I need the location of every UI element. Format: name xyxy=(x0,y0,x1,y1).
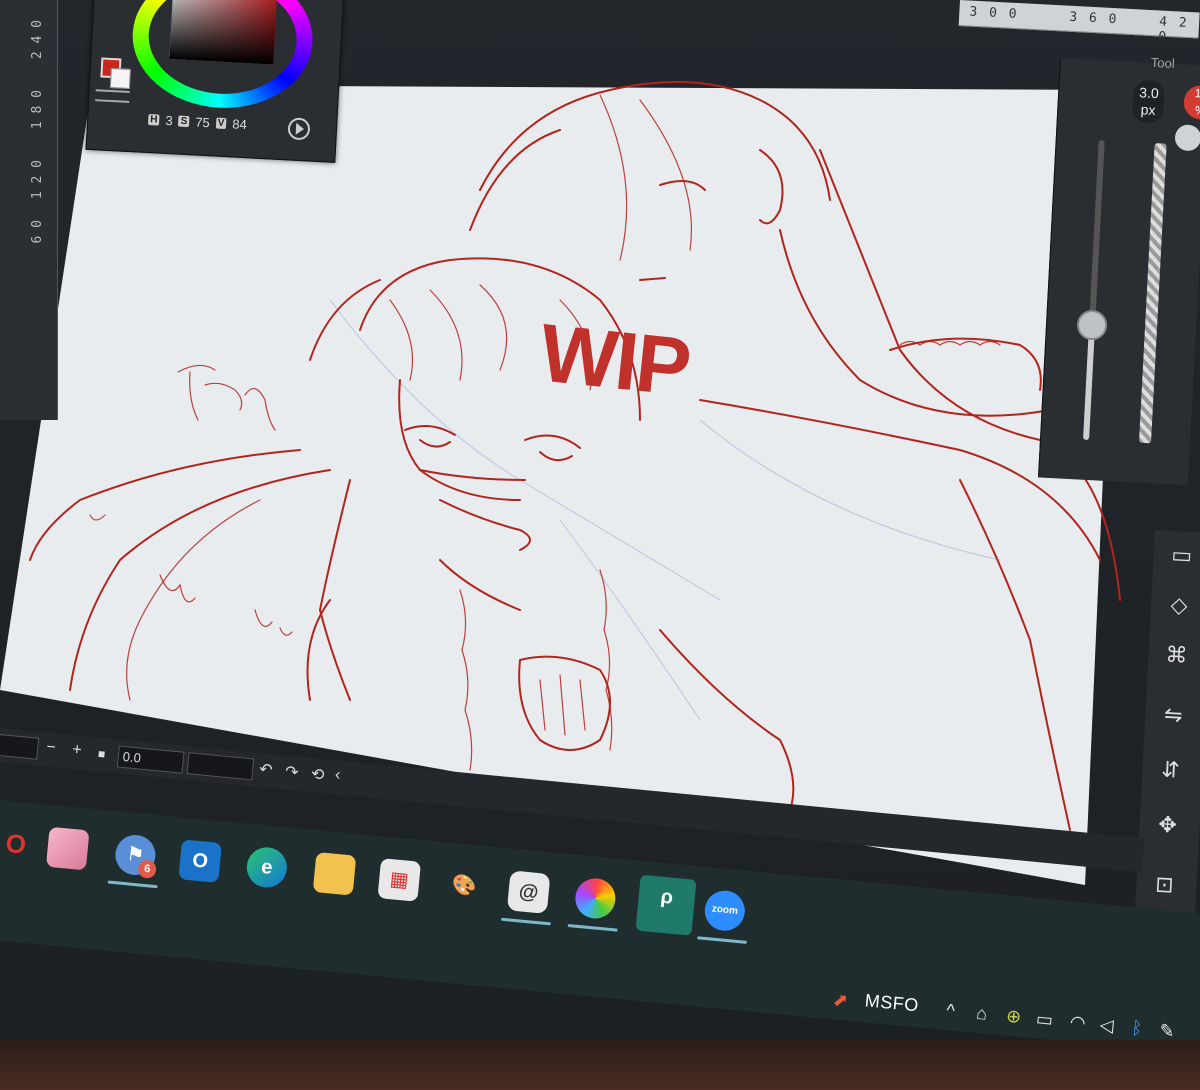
angle-field[interactable]: 0.0 xyxy=(116,745,185,774)
ruler-tick: 1 8 0 xyxy=(30,90,45,130)
addon-plus-icon[interactable]: ⊕ xyxy=(1005,1006,1022,1028)
v-value: 84 xyxy=(232,116,248,133)
select-rect-icon[interactable]: ▭ xyxy=(1167,541,1196,570)
flip-vertical-icon[interactable]: ⇵ xyxy=(1156,755,1185,784)
hsv-readout: H 3 S 75 V 84 xyxy=(147,112,248,133)
opera-icon[interactable]: O xyxy=(0,822,38,866)
zoom-in-button[interactable]: + xyxy=(71,741,82,760)
ruler-tick: 1 2 0 xyxy=(30,160,45,200)
monitor-bezel xyxy=(0,1040,1200,1090)
edge-icon[interactable]: e xyxy=(245,845,289,890)
volume-icon[interactable]: ◁ xyxy=(1099,1015,1115,1037)
collapse-arrow-icon[interactable]: ‹ xyxy=(334,766,341,784)
zoom-icon[interactable]: zoom xyxy=(703,888,747,933)
ruler-tick: 2 4 0 xyxy=(30,20,45,60)
swap-colors-icon[interactable] xyxy=(95,89,130,103)
s-label: S xyxy=(178,115,190,128)
photos-icon[interactable] xyxy=(573,876,618,921)
color-wheel-panel: H 3 S 75 V 84 xyxy=(85,0,345,163)
play-icon[interactable] xyxy=(287,117,311,141)
wifi-icon[interactable]: ◠ xyxy=(1069,1012,1087,1034)
fit-icon[interactable]: ■ xyxy=(97,747,106,762)
camera-icon[interactable]: ⊡ xyxy=(1150,870,1179,899)
running-indicator xyxy=(500,917,551,926)
chevron-up-icon[interactable]: ^ xyxy=(945,1000,955,1022)
zoom-field[interactable] xyxy=(0,733,40,760)
saturation-value-square[interactable] xyxy=(169,0,278,65)
notification-badge: 6 xyxy=(137,859,157,879)
brush-size-readout[interactable]: 3.0 px xyxy=(1131,79,1166,124)
bluetooth-icon[interactable]: ᛒ xyxy=(1131,1018,1144,1040)
wip-text: WIP xyxy=(535,307,694,414)
opacity-slider-track[interactable] xyxy=(1138,143,1167,444)
brush-size-value: 3.0 xyxy=(1138,84,1160,102)
msfo-tray-label[interactable]: MSFO xyxy=(864,990,920,1016)
transform-icon[interactable]: ◇ xyxy=(1164,591,1193,620)
rotate-right-icon[interactable]: ↷ xyxy=(284,762,299,783)
running-indicator xyxy=(567,923,618,932)
game-avatar-icon[interactable] xyxy=(45,826,90,871)
messenger-icon[interactable]: ⚑ 6 xyxy=(113,833,158,879)
ruler-tick: 3 0 0 xyxy=(968,4,1019,23)
zoom-out-button[interactable]: − xyxy=(45,739,57,758)
tool-panel-title: Tool xyxy=(1150,54,1176,72)
background-color-swatch[interactable] xyxy=(109,67,131,89)
rotate-left-icon[interactable]: ↶ xyxy=(258,759,273,780)
usb-icon[interactable]: ⌂ xyxy=(975,1003,988,1025)
msfo-tray-icon[interactable]: ⬈ xyxy=(832,989,849,1011)
reset-rotation-icon[interactable]: ⟲ xyxy=(310,764,325,785)
wip-overlay: WIP xyxy=(536,307,694,413)
v-label: V xyxy=(215,117,227,130)
brush-size-slider-handle[interactable] xyxy=(1076,309,1108,341)
ruler-tick: 6 0 xyxy=(30,220,45,244)
brush-size-slider-fill xyxy=(1083,329,1095,441)
paint-icon[interactable]: 🎨 xyxy=(442,864,486,908)
ruler-tick: 3 6 0 xyxy=(1068,9,1119,28)
brush-opacity-readout[interactable]: 10 % xyxy=(1183,84,1200,121)
brush-opacity-value: 10 xyxy=(1194,86,1200,101)
zoom-icon-label: zoom xyxy=(711,903,739,917)
battery-icon[interactable]: ▭ xyxy=(1035,1009,1054,1032)
opacity-slider-handle[interactable] xyxy=(1174,124,1200,152)
mesh-transform-icon[interactable]: ⌘ xyxy=(1162,641,1191,670)
microsoft-store-icon[interactable]: ▦ xyxy=(377,858,422,902)
running-indicator xyxy=(696,936,748,944)
swirl-app-icon[interactable]: @ xyxy=(506,870,551,914)
h-value: 3 xyxy=(165,112,174,129)
h-label: H xyxy=(147,113,160,126)
brush-opacity-unit: % xyxy=(1194,103,1200,118)
screen: WIP 3 0 0 3 6 0 4 2 0 2 4 0 1 8 0 1 2 0 … xyxy=(0,0,1200,1090)
file-explorer-icon[interactable] xyxy=(312,852,357,896)
clip-studio-icon[interactable]: ρ xyxy=(635,874,697,936)
left-ruler: 2 4 0 1 8 0 1 2 0 6 0 xyxy=(0,0,58,420)
s-value: 75 xyxy=(194,114,211,131)
running-indicator xyxy=(107,880,158,889)
angle-slider[interactable] xyxy=(186,752,255,781)
outlook-icon[interactable]: O xyxy=(178,839,222,883)
move-icon[interactable]: ✥ xyxy=(1153,810,1182,839)
brush-size-unit: px xyxy=(1140,101,1156,119)
tool-property-panel: Tool 3.0 px 10 % xyxy=(1038,54,1200,486)
flip-horizontal-icon[interactable]: ⇋ xyxy=(1159,700,1188,729)
ruler-tick: 4 2 0 xyxy=(1157,14,1189,45)
